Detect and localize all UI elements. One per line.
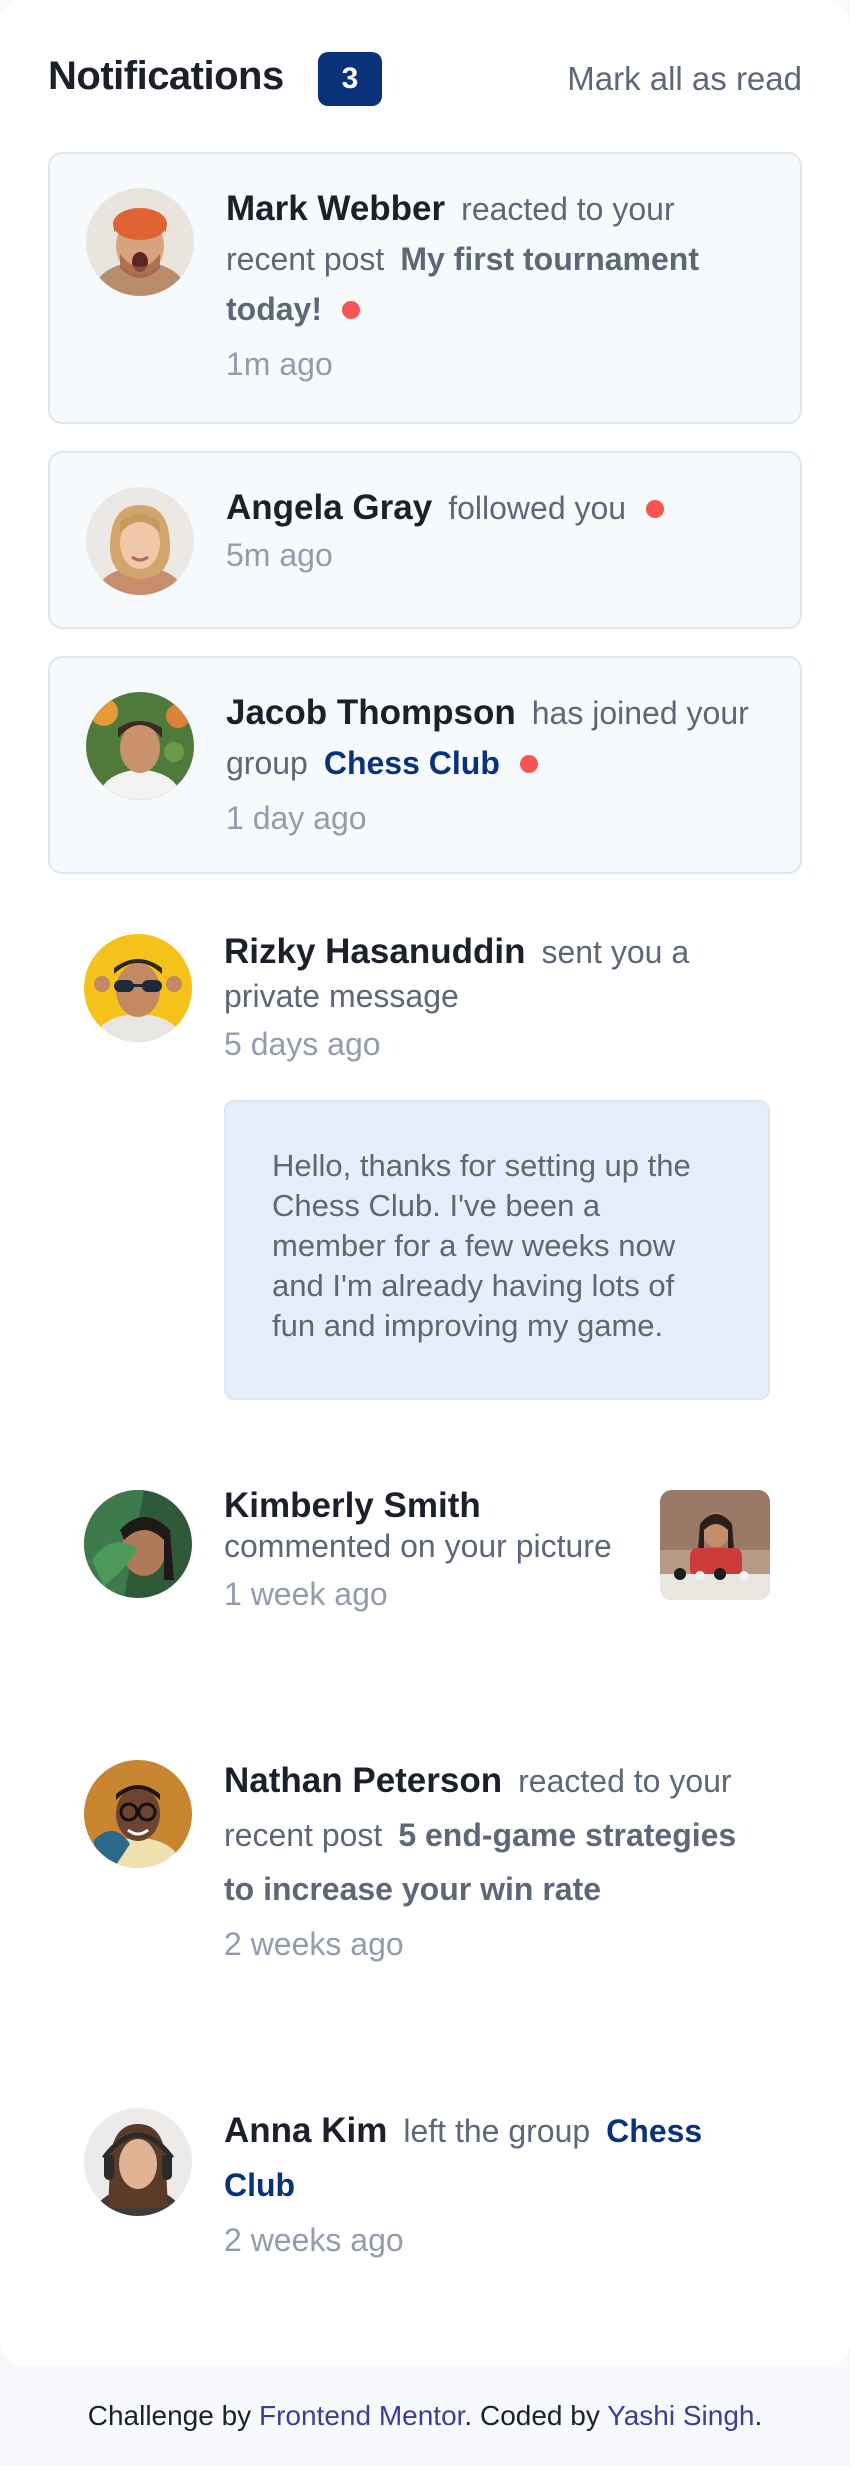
anna-kim-avatar[interactable] [84,2108,192,2216]
user-name[interactable]: Angela Gray [226,488,432,527]
user-name[interactable]: Rizky Hasanuddin [224,932,525,971]
footer-suffix: . [754,2400,763,2431]
avatar-image [84,2108,192,2216]
notification-item[interactable]: Anna Kim left the group Chess Club 2 weeks… [48,2090,802,2290]
notification-item[interactable]: Kimberly Smith commented on your picture … [48,1470,802,1680]
user-name[interactable]: Mark Webber [226,189,445,228]
private-message-box[interactable]: Hello, thanks for setting up the Chess C… [224,1100,770,1400]
notification-time: 1m ago [226,346,333,382]
notification-time: 1 week ago [224,1576,388,1612]
footer-prefix: Challenge by [87,2400,252,2431]
unread-dot [646,499,665,518]
unread-dot [342,300,360,319]
notification-item[interactable]: Angela Gray followed you 5m ago [48,451,802,629]
rizky-hasanuddin-avatar[interactable] [84,934,192,1042]
notification-time: 5m ago [226,537,333,573]
frontend-mentor-link[interactable]: Frontend Mentor [259,2400,464,2431]
group-link[interactable]: Chess Club [324,745,500,781]
nathan-peterson-avatar[interactable] [84,1760,192,1868]
footer-middle: . Coded by [464,2400,600,2431]
page-title: Notifications [48,54,284,98]
notification-content: Kimberly Smith commented on your picture … [224,1486,642,1616]
notification-content: Anna Kim left the group Chess Club 2 weeks… [224,2104,772,2262]
notification-content: Angela Gray followed you 5m ago [226,483,770,577]
avatar-image [86,188,194,296]
unread-dot [519,754,538,773]
picture-image [660,1490,770,1600]
notification-item[interactable]: Nathan Peterson reacted to your recent po… [48,1740,802,2040]
mark-all-read-button[interactable]: Mark all as read [567,60,802,98]
attribution-footer: Challenge by Frontend Mentor. Coded by Y… [0,2366,850,2466]
notification-action: left the group [403,2113,591,2149]
avatar-image [86,692,194,800]
notification-action: followed you [448,490,627,526]
notification-item[interactable]: Jacob Thompson has joined your group Chess… [48,656,802,874]
angela-gray-avatar[interactable] [86,487,194,595]
author-link[interactable]: Yashi Singh [607,2400,754,2431]
user-name[interactable]: Anna Kim [224,2111,387,2150]
notification-content: Nathan Peterson reacted to your recent po… [224,1754,772,1966]
mark-webber-avatar[interactable] [86,188,194,296]
chess-picture-thumbnail[interactable] [660,1490,770,1600]
user-name[interactable]: Jacob Thompson [226,693,516,732]
notification-content: Jacob Thompson has joined your group Chess… [226,688,770,840]
avatar-image [84,1490,192,1598]
notification-time: 2 weeks ago [224,1926,404,1962]
notification-time: 5 days ago [224,1026,381,1062]
avatar-image [84,934,192,1042]
avatar-image [84,1760,192,1868]
user-name[interactable]: Nathan Peterson [224,1761,502,1800]
unread-count-badge: 3 [318,52,382,106]
notification-time: 2 weeks ago [224,2222,404,2258]
header: Notifications 3 Mark all as read [48,48,802,108]
user-name[interactable]: Kimberly Smith [224,1486,481,1525]
notification-content: Mark Webber reacted to your recent post My… [226,184,770,386]
notification-time: 1 day ago [226,800,367,836]
notification-item[interactable]: Mark Webber reacted to your recent post My… [48,152,802,424]
notifications-card: Notifications 3 Mark all as read Mark We… [0,0,850,2366]
notification-content: Rizky Hasanuddin sent you a private messa… [224,930,772,1066]
kimberly-smith-avatar[interactable] [84,1490,192,1598]
notification-action: commented on your picture [224,1528,612,1564]
avatar-image [86,487,194,595]
jacob-thompson-avatar[interactable] [86,692,194,800]
